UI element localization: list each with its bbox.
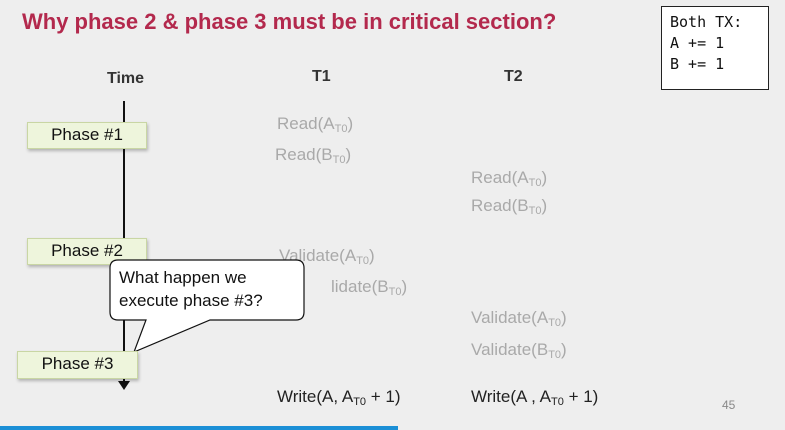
- phase-3-label: Phase #3: [17, 351, 138, 379]
- page-number: 45: [722, 398, 736, 412]
- progress-bar: [0, 426, 398, 430]
- callout-line: execute phase #3?: [119, 291, 263, 310]
- callout-text: What happen we execute phase #3?: [119, 266, 263, 312]
- callout-line: What happen we: [119, 268, 247, 287]
